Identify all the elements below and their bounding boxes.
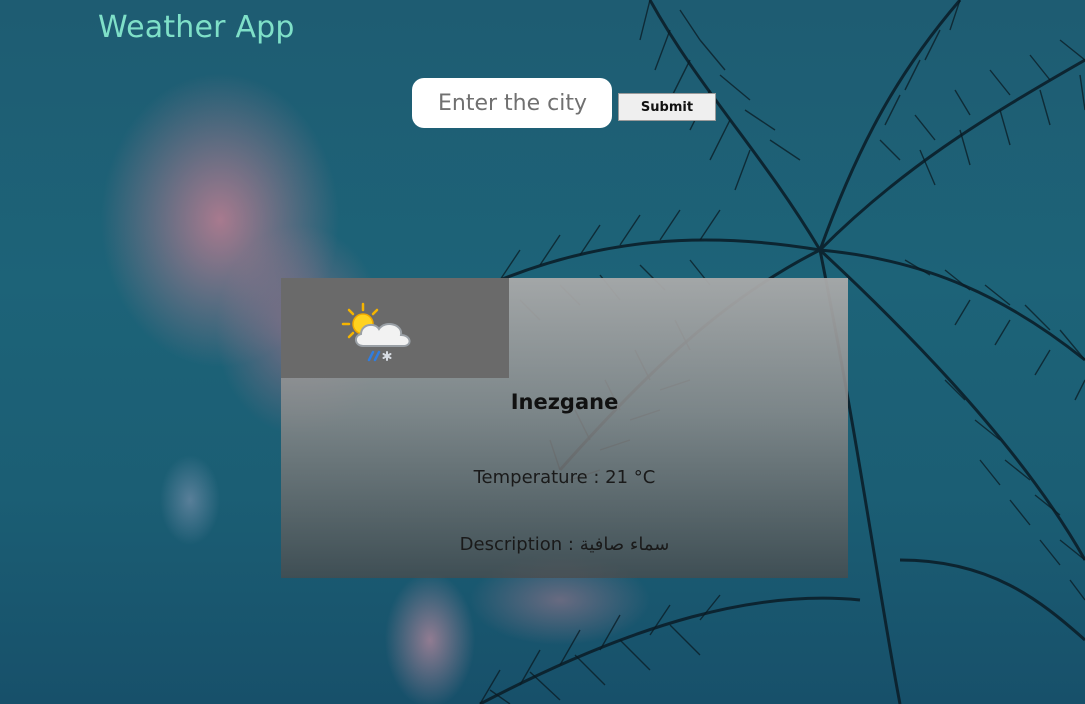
description-line: Description : سماء صافية xyxy=(281,534,848,555)
temperature-value: 21 °C xyxy=(605,467,656,488)
weather-card: Inezgane Temperature : 21 °C Description… xyxy=(281,278,848,578)
temperature-line: Temperature : 21 °C xyxy=(281,467,848,488)
temperature-label: Temperature : xyxy=(473,467,606,488)
city-name: Inezgane xyxy=(510,390,619,414)
sun-cloud-snow-rain-icon xyxy=(341,302,411,362)
app-title: Weather App xyxy=(98,10,295,45)
submit-button[interactable]: Submit xyxy=(618,93,716,121)
weather-icon-box xyxy=(281,278,509,378)
city-search-input[interactable] xyxy=(412,78,612,128)
description-value: سماء صافية xyxy=(579,534,670,555)
description-label: Description : xyxy=(459,534,580,555)
